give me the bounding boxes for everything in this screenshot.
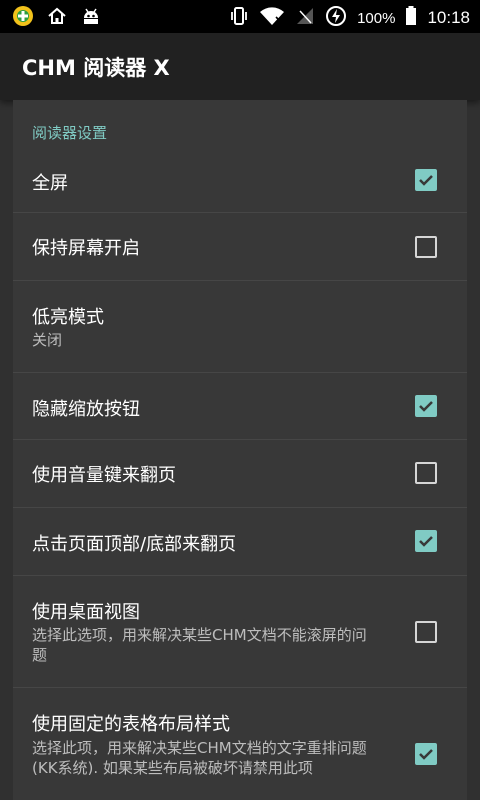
check-icon bbox=[419, 401, 433, 412]
check-icon bbox=[419, 536, 433, 547]
pref-summary: 选择此项，用来解决某些CHM文档的文字重排问题(KK系统). 如果某些布局被破坏… bbox=[32, 739, 367, 777]
tap-edge-paging-checkbox[interactable] bbox=[415, 530, 437, 552]
pref-fixed-table-layout[interactable]: 使用固定的表格布局样式 选择此项，用来解决某些CHM文档的文字重排问题(KK系统… bbox=[13, 688, 467, 800]
pref-hide-zoom-buttons[interactable]: 隐藏缩放按钮 bbox=[13, 373, 467, 440]
fixed-table-layout-checkbox[interactable] bbox=[415, 743, 437, 765]
app-title: CHM 阅读器 X bbox=[22, 56, 170, 80]
wifi-icon bbox=[259, 5, 285, 31]
check-icon bbox=[419, 749, 433, 760]
keep-screen-on-checkbox[interactable] bbox=[415, 236, 437, 258]
status-bar: 100% 10:18 bbox=[0, 0, 480, 33]
pref-summary: 选择此选项，用来解决某些CHM文档不能滚屏的问题 bbox=[32, 626, 367, 664]
vibrate-icon bbox=[229, 5, 249, 31]
volume-key-paging-checkbox[interactable] bbox=[415, 462, 437, 484]
home-icon bbox=[46, 5, 68, 31]
battery-icon bbox=[405, 5, 417, 31]
pref-title: 点击页面顶部/底部来翻页 bbox=[32, 534, 237, 555]
desktop-view-checkbox[interactable] bbox=[415, 621, 437, 643]
no-signal-icon bbox=[295, 5, 315, 31]
section-header: 阅读器设置 bbox=[32, 124, 108, 142]
pref-summary: 关闭 bbox=[32, 331, 63, 349]
pref-tap-edge-paging[interactable]: 点击页面顶部/底部来翻页 bbox=[13, 508, 467, 576]
check-icon bbox=[419, 175, 433, 186]
pref-keep-screen-on[interactable]: 保持屏幕开启 bbox=[13, 213, 467, 281]
pref-title: 使用桌面视图 bbox=[32, 602, 140, 623]
pref-title: 低亮模式 bbox=[32, 307, 104, 328]
pref-volume-key-paging[interactable]: 使用音量键来翻页 bbox=[13, 440, 467, 508]
clock: 10:18 bbox=[427, 8, 470, 27]
settings-list[interactable]: 阅读器设置 全屏 保持屏幕开启 低亮模式 关闭 隐藏缩放按钮 使用音量键来翻页 … bbox=[13, 100, 467, 800]
pref-title: 使用固定的表格布局样式 bbox=[32, 714, 230, 735]
pref-low-brightness-mode[interactable]: 低亮模式 关闭 bbox=[13, 281, 467, 373]
pref-title: 全屏 bbox=[32, 173, 68, 194]
fullscreen-checkbox[interactable] bbox=[415, 169, 437, 191]
hide-zoom-buttons-checkbox[interactable] bbox=[415, 395, 437, 417]
pref-title: 隐藏缩放按钮 bbox=[32, 399, 140, 420]
pref-title: 使用音量键来翻页 bbox=[32, 465, 176, 486]
app-notification-icon bbox=[12, 5, 34, 31]
android-debug-icon bbox=[80, 5, 102, 31]
app-toolbar: CHM 阅读器 X bbox=[0, 33, 480, 100]
sync-icon bbox=[325, 5, 347, 31]
pref-fullscreen[interactable]: 全屏 bbox=[13, 157, 467, 213]
pref-desktop-view[interactable]: 使用桌面视图 选择此选项，用来解决某些CHM文档不能滚屏的问题 bbox=[13, 576, 467, 688]
battery-percent: 100% bbox=[357, 9, 396, 27]
pref-title: 保持屏幕开启 bbox=[32, 238, 140, 259]
